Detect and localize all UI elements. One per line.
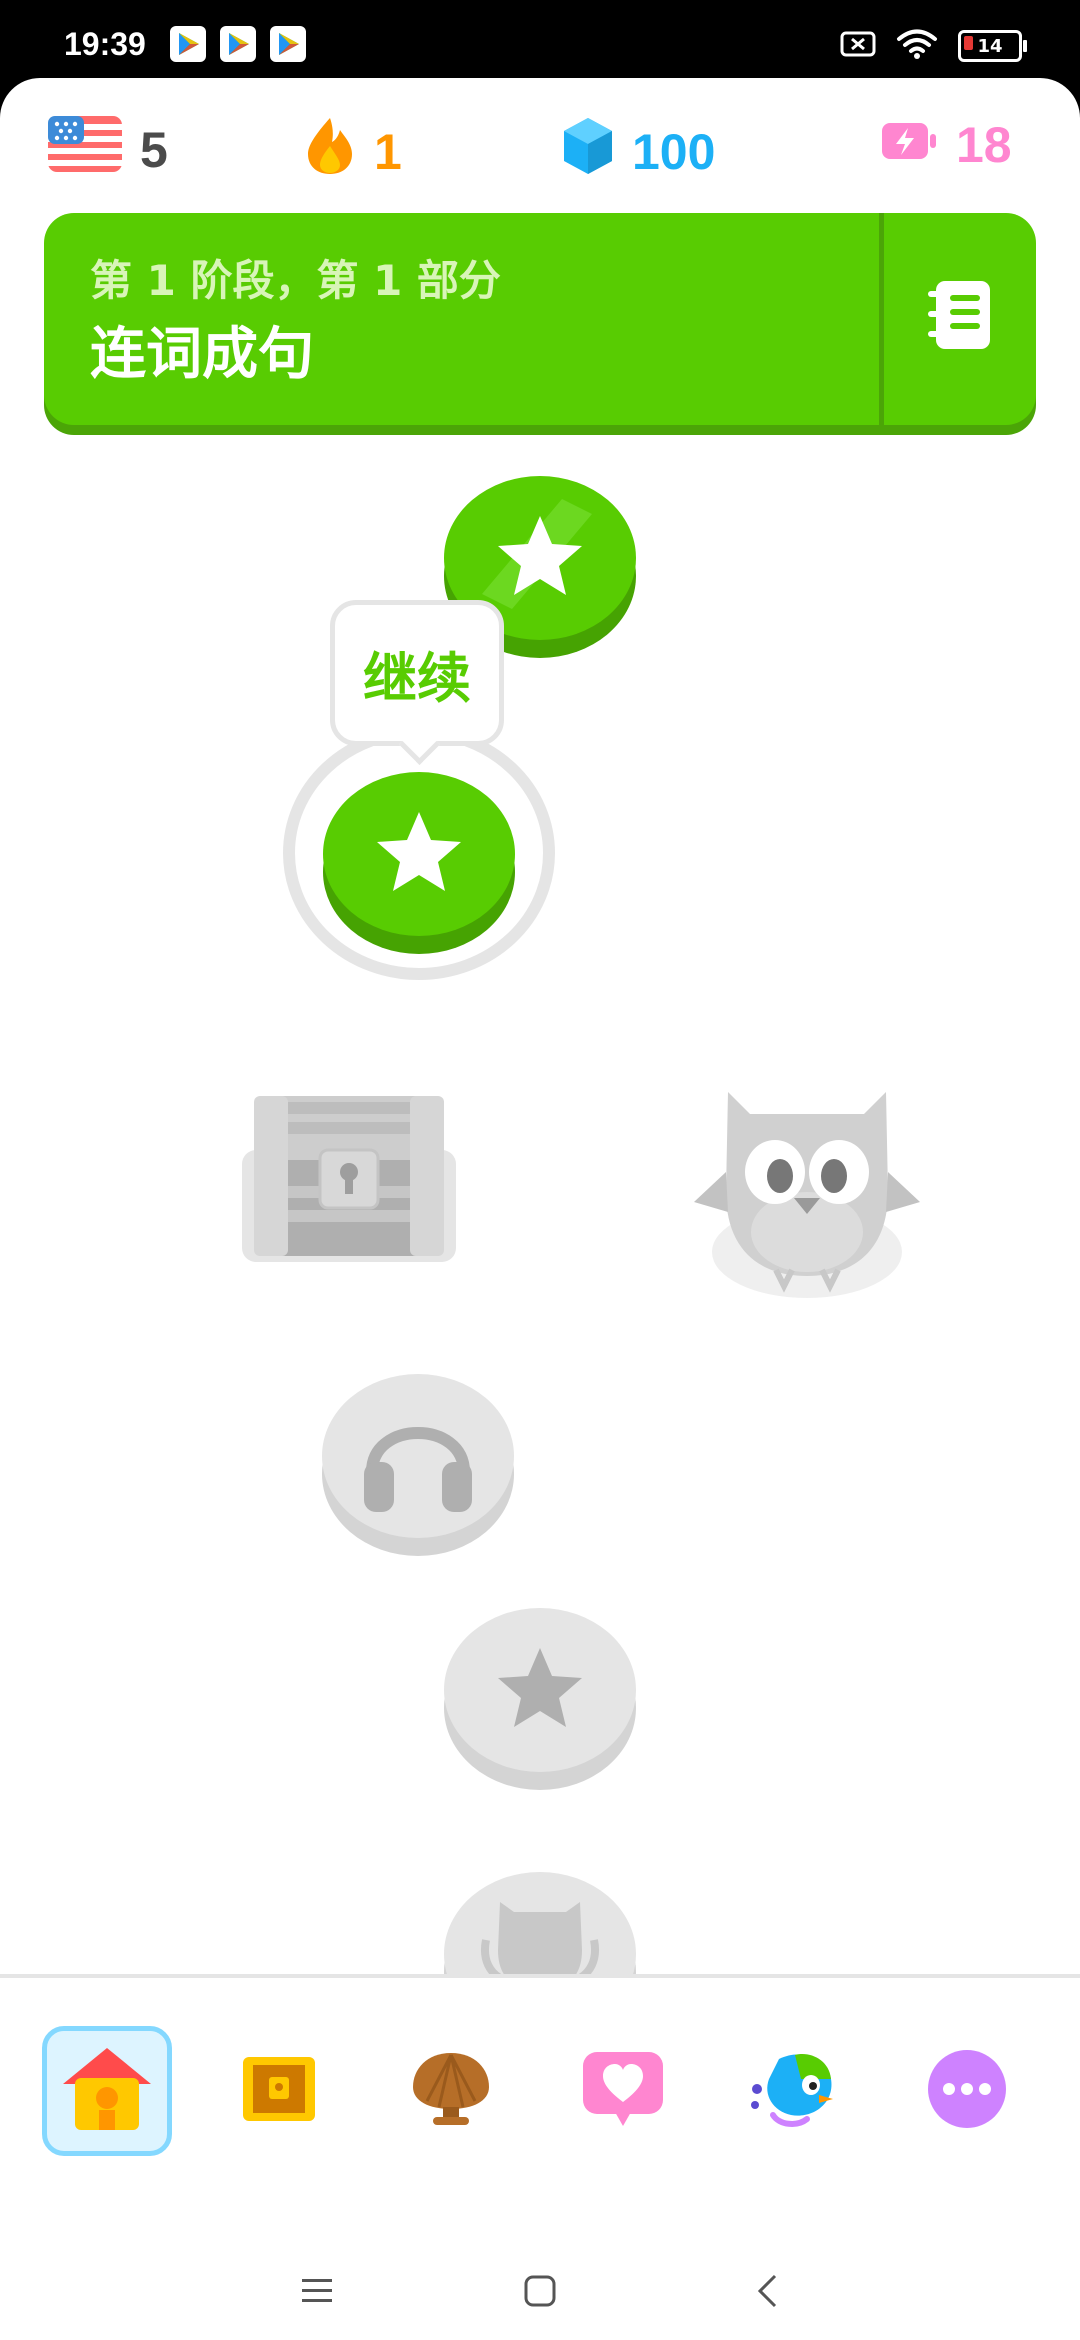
top-stats-bar: 5 1 100 18 [0, 78, 1080, 212]
unit-subtitle: 第 1 阶段，第 1 部分 [90, 256, 501, 305]
unit-review-node[interactable] [442, 1870, 638, 1974]
menu-icon [300, 2276, 334, 2310]
system-status-icons: 14 [840, 28, 1027, 64]
unit-header[interactable]: 第 1 阶段，第 1 部分 连词成句 [44, 213, 1036, 425]
energy-count: 18 [956, 117, 1012, 173]
status-bar: 19:39 14 [0, 0, 1080, 80]
tab-practice[interactable] [214, 2026, 344, 2156]
flame-icon [304, 116, 356, 188]
duo-mascot-node[interactable] [692, 1062, 922, 1306]
gem-icon [562, 116, 614, 188]
play-store-icon [270, 26, 306, 62]
tab-more[interactable] [902, 2026, 1032, 2156]
shell-trophy-icon [409, 2049, 493, 2133]
home-nav-button[interactable] [515, 2268, 565, 2318]
language-count: 5 [140, 122, 168, 178]
listening-node[interactable] [320, 1372, 516, 1562]
heart-icon [579, 2048, 667, 2134]
us-flag-icon [48, 116, 122, 184]
recent-apps-button[interactable] [292, 2268, 342, 2318]
gems-counter[interactable]: 100 [562, 116, 715, 188]
wifi-icon [896, 28, 938, 64]
energy-battery-icon [880, 116, 938, 174]
app-screen: 5 1 100 18 第 1 阶段，第 1 部分 连词成句 继续 [0, 78, 1080, 2340]
back-icon [755, 2273, 779, 2313]
unit-title: 连词成句 [90, 322, 314, 387]
battery-icon: 14 [958, 30, 1027, 62]
home-square-icon [523, 2274, 557, 2312]
system-nav-bar [0, 2248, 1080, 2340]
guidebook-icon [924, 277, 994, 357]
tab-super[interactable] [730, 2026, 860, 2156]
guidebook-button[interactable] [904, 247, 1014, 387]
battery-level: 14 [977, 35, 1003, 57]
play-store-icon [170, 26, 206, 62]
super-duo-icon [749, 2049, 841, 2133]
bottom-tab-bar [0, 1978, 1080, 2178]
streak-counter[interactable]: 1 [304, 116, 402, 188]
sim-card-off-icon [840, 30, 876, 62]
practice-chest-icon [239, 2051, 319, 2131]
treasure-chest-node[interactable] [240, 1080, 460, 1274]
home-icon [59, 2044, 155, 2138]
gem-count: 100 [632, 124, 716, 180]
more-icon [926, 2048, 1008, 2134]
play-store-icon [220, 26, 256, 62]
notification-icons [170, 26, 306, 62]
language-selector[interactable]: 5 [48, 116, 168, 184]
continue-tooltip[interactable]: 继续 [330, 600, 504, 746]
back-nav-button[interactable] [742, 2268, 792, 2318]
tab-leaderboard[interactable] [386, 2026, 516, 2156]
unit-divider [879, 213, 884, 425]
tab-friends[interactable] [558, 2026, 688, 2156]
tab-learn[interactable] [42, 2026, 172, 2156]
energy-counter[interactable]: 18 [880, 116, 1012, 174]
status-time: 19:39 [64, 26, 146, 62]
trophy-icon [481, 1902, 599, 1974]
continue-label: 继续 [363, 646, 471, 710]
lesson-node-locked[interactable] [442, 1606, 638, 1796]
streak-count: 1 [374, 124, 402, 180]
